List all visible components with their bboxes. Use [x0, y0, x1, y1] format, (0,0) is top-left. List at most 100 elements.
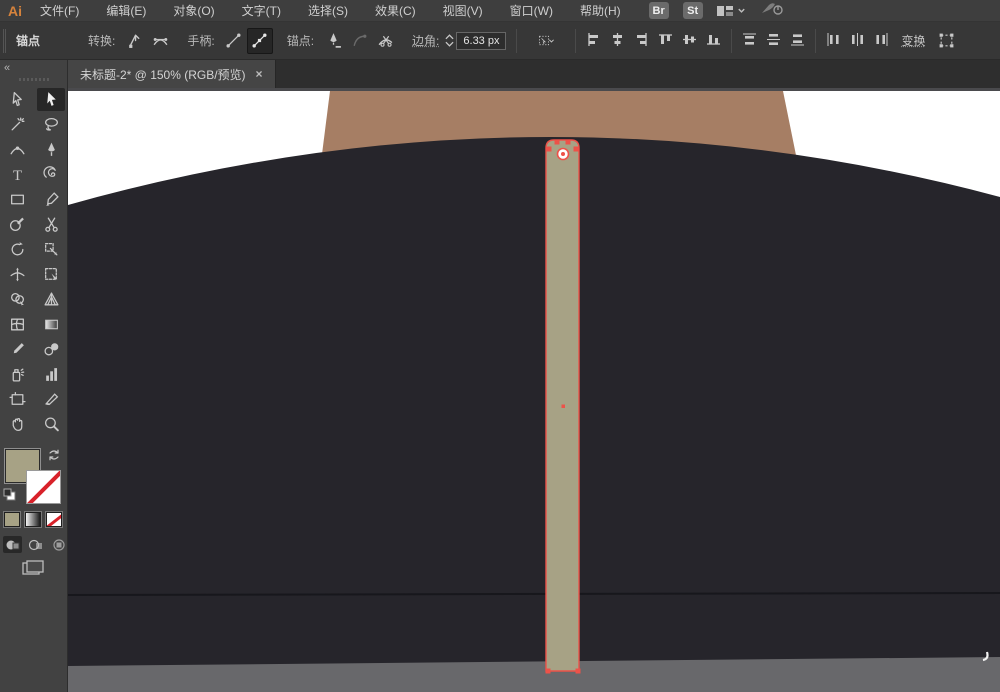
convert-to-smooth-button[interactable]: [147, 28, 173, 54]
stepper-down-icon[interactable]: [445, 41, 454, 47]
swirl-tool[interactable]: [37, 163, 65, 186]
corner-radius-input[interactable]: 6.33 px: [456, 31, 507, 50]
draw-inside-button[interactable]: [49, 536, 68, 553]
none-button[interactable]: [45, 511, 63, 528]
distribute-right-button[interactable]: [874, 32, 889, 50]
align-center-h-button[interactable]: [610, 32, 625, 50]
panel-grip[interactable]: [3, 28, 6, 53]
distribute-left-button[interactable]: [826, 32, 841, 50]
menu-effect[interactable]: 效果(C): [375, 2, 416, 19]
symbol-sprayer-tool[interactable]: [3, 363, 31, 386]
width-tool[interactable]: [3, 263, 31, 286]
align-options-button[interactable]: [934, 28, 960, 54]
anchor-point[interactable]: [573, 146, 579, 152]
isolate-selection-button[interactable]: [527, 28, 565, 54]
gradient-button[interactable]: [24, 511, 42, 528]
menu-select[interactable]: 选择(S): [308, 2, 348, 19]
menu-file[interactable]: 文件(F): [40, 2, 79, 19]
perspective-grid-tool[interactable]: [37, 288, 65, 311]
rotate-tool[interactable]: [3, 238, 31, 261]
hand-tool[interactable]: [3, 413, 31, 436]
screen-mode-button[interactable]: [22, 560, 44, 582]
menu-type[interactable]: 文字(T): [242, 2, 281, 19]
menu-edit[interactable]: 编辑(E): [106, 2, 146, 19]
selection-tool[interactable]: [37, 88, 65, 111]
corner-widget[interactable]: [556, 147, 570, 161]
panel-drag-handle[interactable]: [18, 78, 49, 81]
mesh-tool[interactable]: [3, 313, 31, 336]
tab-close-icon[interactable]: ×: [256, 67, 263, 81]
scale-tool[interactable]: [37, 238, 65, 261]
scissors-tool[interactable]: [37, 213, 65, 236]
rectangle-tool[interactable]: [3, 188, 31, 211]
menu-view[interactable]: 视图(V): [443, 2, 483, 19]
workspace-switcher[interactable]: [716, 5, 746, 17]
collapse-panel-button[interactable]: «: [0, 60, 67, 74]
artboard-tool[interactable]: [3, 388, 31, 411]
type-tool[interactable]: T: [3, 163, 31, 186]
anchor-point[interactable]: [575, 668, 581, 674]
show-handles-button[interactable]: [246, 27, 273, 54]
color-button[interactable]: [3, 511, 21, 528]
pen-tool[interactable]: [37, 138, 65, 161]
convert-to-corner-button[interactable]: [121, 28, 147, 54]
draw-normal-button[interactable]: [3, 536, 22, 553]
menu-object[interactable]: 对象(O): [173, 2, 214, 19]
artwork[interactable]: [68, 88, 1000, 692]
tool-grid: T: [0, 87, 67, 437]
distribute-vertical-group: [742, 32, 805, 50]
corner-stepper[interactable]: [445, 34, 454, 47]
chevron-down-icon: [737, 8, 745, 13]
bridge-button[interactable]: Br: [648, 2, 669, 19]
swap-fill-stroke-icon[interactable]: [47, 448, 61, 467]
distribute-bottom-button[interactable]: [790, 32, 805, 50]
stepper-up-icon[interactable]: [445, 34, 454, 40]
cut-path-button[interactable]: [372, 28, 398, 54]
free-transform-tool[interactable]: [37, 263, 65, 286]
gpu-performance-icon[interactable]: [760, 1, 784, 21]
stock-button[interactable]: St: [682, 2, 703, 19]
shape-builder-tool[interactable]: [3, 288, 31, 311]
svg-text:T: T: [12, 168, 21, 183]
menu-help[interactable]: 帮助(H): [580, 2, 621, 19]
curvature-tool[interactable]: [3, 138, 31, 161]
align-left-button[interactable]: [586, 32, 601, 50]
direct-selection-tool[interactable]: [3, 88, 31, 111]
slice-tool[interactable]: [37, 388, 65, 411]
stroke-swatch[interactable]: [26, 470, 61, 504]
center-point-marker[interactable]: [561, 404, 566, 409]
gradient-tool[interactable]: [37, 313, 65, 336]
pencil-tool[interactable]: [3, 213, 31, 236]
eyedropper-tool[interactable]: [3, 338, 31, 361]
hide-handles-button[interactable]: [221, 28, 247, 54]
distribute-center-v-button[interactable]: [766, 32, 781, 50]
anchor-point[interactable]: [554, 139, 560, 145]
jacket-shape[interactable]: [68, 136, 1000, 692]
paintbrush-tool[interactable]: [37, 188, 65, 211]
anchor-point[interactable]: [565, 139, 571, 145]
anchor-point[interactable]: [545, 668, 551, 674]
corner-label[interactable]: 边角:: [412, 32, 439, 49]
align-bottom-button[interactable]: [706, 32, 721, 50]
distribute-top-button[interactable]: [742, 32, 757, 50]
anchors-label: 锚点:: [286, 34, 315, 48]
zoom-tool[interactable]: [37, 413, 65, 436]
blend-tool[interactable]: [37, 338, 65, 361]
remove-anchor-button[interactable]: [320, 28, 346, 54]
align-top-button[interactable]: [658, 32, 673, 50]
default-fill-stroke-icon[interactable]: [3, 488, 16, 506]
magic-wand-tool[interactable]: [3, 113, 31, 136]
lasso-tool[interactable]: [37, 113, 65, 136]
align-right-button[interactable]: [634, 32, 649, 50]
draw-behind-button[interactable]: [26, 536, 45, 553]
connect-endpoints-button[interactable]: [346, 28, 372, 54]
distribute-center-h-button[interactable]: [850, 32, 865, 50]
anchor-point[interactable]: [546, 146, 552, 152]
align-middle-v-button[interactable]: [682, 32, 697, 50]
document-tab[interactable]: 未标题-2* @ 150% (RGB/预览) ×: [68, 60, 276, 88]
canvas-area[interactable]: [68, 88, 1000, 692]
fill-stroke-area: [0, 448, 68, 575]
transform-panel-link[interactable]: 变换: [901, 32, 925, 49]
menu-window[interactable]: 窗口(W): [510, 2, 553, 19]
column-graph-tool[interactable]: [37, 363, 65, 386]
